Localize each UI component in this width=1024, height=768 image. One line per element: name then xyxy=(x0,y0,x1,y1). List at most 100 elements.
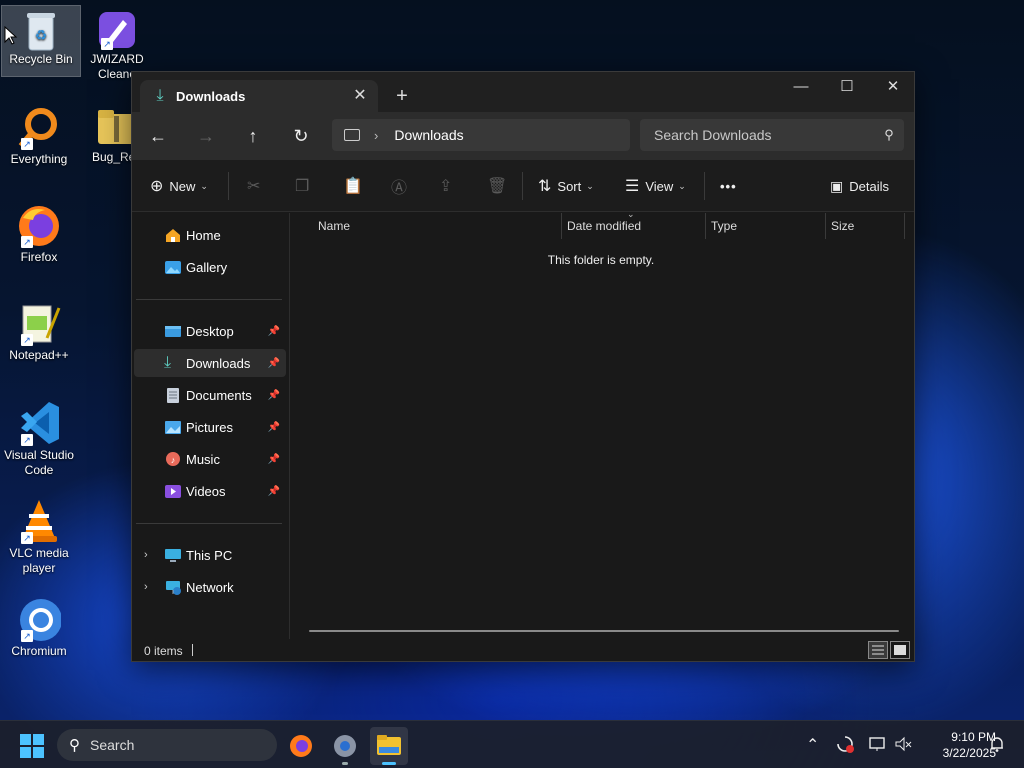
status-bar: 0 items xyxy=(132,639,914,661)
sort-button[interactable]: ⇅ Sort ⌄ xyxy=(538,172,594,200)
column-header-type[interactable]: Type xyxy=(705,213,826,239)
everything-icon: ↗ xyxy=(17,106,61,150)
file-list[interactable]: Name Date modified ⌄ Type Size This fold… xyxy=(291,209,914,639)
this-pc-icon xyxy=(165,549,181,562)
tab-title: Downloads xyxy=(176,88,246,104)
search-box[interactable]: Search Downloads ⚲ xyxy=(640,119,904,151)
windows-logo-icon xyxy=(33,747,44,758)
sync-icon[interactable] xyxy=(836,735,854,758)
minimize-button[interactable]: — xyxy=(778,72,824,102)
download-icon: ⤓ xyxy=(156,87,164,104)
new-button[interactable]: ⊕ New ⌄ xyxy=(150,172,208,200)
taskbar-file-explorer[interactable] xyxy=(370,727,408,765)
refresh-button[interactable]: ↻ xyxy=(285,120,317,152)
show-hidden-icons-button[interactable]: ⌃ xyxy=(806,735,819,755)
sidebar-item-downloads[interactable]: ⤓ Downloads 📌 xyxy=(134,349,286,377)
desktop-icon-chromium[interactable]: ↗ Chromium xyxy=(0,596,78,659)
maximize-button[interactable]: ☐ xyxy=(824,72,870,102)
this-pc-icon xyxy=(344,129,360,141)
sidebar-item-documents[interactable]: Documents 📌 xyxy=(134,381,286,409)
sidebar-label: Network xyxy=(186,579,234,595)
sidebar-divider xyxy=(136,299,282,300)
pin-icon: 📌 xyxy=(267,325,280,337)
view-label: View xyxy=(645,178,674,194)
system-clock[interactable]: 9:10 PM 3/22/2025 xyxy=(916,729,996,761)
paste-button[interactable]: 📋 xyxy=(343,172,369,200)
sidebar-item-pictures[interactable]: Pictures 📌 xyxy=(134,413,286,441)
sidebar-item-home[interactable]: Home xyxy=(134,221,286,249)
chevron-right-icon[interactable]: › xyxy=(144,549,148,561)
delete-icon: 🗑 xyxy=(487,178,508,195)
sidebar-item-music[interactable]: ♪ Music 📌 xyxy=(134,445,286,473)
tiles-view-button[interactable] xyxy=(890,641,910,659)
shortcut-arrow-icon: ↗ xyxy=(101,38,113,50)
chevron-right-icon[interactable]: › xyxy=(374,128,378,143)
sidebar-label: Downloads xyxy=(186,355,251,371)
sidebar-item-network[interactable]: › Network xyxy=(134,573,286,601)
taskbar-settings[interactable] xyxy=(326,727,364,765)
close-window-button[interactable]: ✕ xyxy=(870,72,916,102)
sidebar-item-gallery[interactable]: Gallery xyxy=(134,253,286,281)
shortcut-arrow-icon: ↗ xyxy=(21,236,33,248)
desktop-icon-vscode[interactable]: ↗ Visual Studio Code xyxy=(0,400,78,478)
column-header-name[interactable]: Name xyxy=(312,213,562,239)
empty-folder-message: This folder is empty. xyxy=(547,253,655,267)
back-button[interactable]: ← xyxy=(142,120,174,152)
rename-button[interactable]: Ⓐ xyxy=(391,172,413,200)
jwizard-icon: ↗ xyxy=(97,10,137,50)
rename-icon: Ⓐ xyxy=(391,180,408,197)
desktop-icon-firefox[interactable]: ↗ Firefox xyxy=(0,204,78,265)
share-button[interactable]: ⇪ xyxy=(439,172,458,200)
search-input[interactable]: Search Downloads xyxy=(654,127,874,143)
volume-muted-icon[interactable] xyxy=(894,735,912,758)
clock-date: 3/22/2025 xyxy=(942,746,996,760)
pin-icon: 📌 xyxy=(267,389,280,401)
column-header-size[interactable]: Size xyxy=(825,213,905,239)
horizontal-scrollbar[interactable] xyxy=(309,630,899,632)
desktop-icon-vlc[interactable]: ↗ VLC media player xyxy=(0,498,78,576)
taskbar-search[interactable]: ⚲ Search xyxy=(57,729,277,761)
desktop-icon-notepadpp[interactable]: ↗ Notepad++ xyxy=(0,302,78,363)
item-count: 0 items xyxy=(144,644,183,658)
sidebar-label: Documents xyxy=(186,387,252,403)
sidebar-label: Home xyxy=(186,227,221,243)
breadcrumb-downloads[interactable]: Downloads xyxy=(394,127,463,143)
details-pane-button[interactable]: ▣ Details xyxy=(830,172,889,200)
up-button[interactable]: ↑ xyxy=(237,120,269,152)
gallery-icon xyxy=(165,261,181,274)
shortcut-arrow-icon: ↗ xyxy=(21,532,33,544)
details-view-icon xyxy=(872,645,884,655)
details-label: Details xyxy=(849,178,889,194)
taskbar-firefox[interactable] xyxy=(282,727,320,765)
file-explorer-window[interactable]: ⤓ Downloads ✕ + — ☐ ✕ ← → ↑ ↻ › Download… xyxy=(131,71,915,662)
close-tab-icon[interactable]: ✕ xyxy=(346,82,374,110)
title-bar[interactable]: ⤓ Downloads ✕ + — ☐ ✕ xyxy=(132,72,914,112)
home-icon xyxy=(166,229,180,242)
download-icon: ⤓ xyxy=(164,354,172,371)
more-options-button[interactable]: ••• xyxy=(720,172,737,200)
sidebar-item-this-pc[interactable]: › This PC xyxy=(134,541,286,569)
cut-button[interactable]: ✂ xyxy=(247,172,266,200)
desktop-icon-everything[interactable]: ↗ Everything xyxy=(0,106,78,167)
new-tab-button[interactable]: + xyxy=(388,82,416,110)
view-button[interactable]: ☰ View ⌄ xyxy=(625,172,686,200)
paste-icon: 📋 xyxy=(343,178,363,195)
desktop-icon-label: Firefox xyxy=(20,250,58,264)
tab-downloads[interactable]: ⤓ Downloads ✕ xyxy=(140,80,378,112)
notification-bell-icon[interactable] xyxy=(988,735,1006,758)
start-button[interactable] xyxy=(20,734,44,758)
copy-button[interactable]: ❐ xyxy=(295,172,315,200)
sidebar-item-videos[interactable]: Videos 📌 xyxy=(134,477,286,505)
delete-button[interactable]: 🗑 xyxy=(487,172,513,200)
sidebar-item-desktop[interactable]: Desktop 📌 xyxy=(134,317,286,345)
shortcut-arrow-icon: ↗ xyxy=(21,630,33,642)
search-icon: ⚲ xyxy=(69,737,80,754)
network-status-icon[interactable] xyxy=(868,735,886,758)
address-bar[interactable]: › Downloads xyxy=(332,119,630,151)
firefox-icon: ↗ xyxy=(17,204,61,248)
chevron-right-icon[interactable]: › xyxy=(144,581,148,593)
windows-logo-icon xyxy=(33,734,44,745)
details-view-button[interactable] xyxy=(868,641,888,659)
forward-button[interactable]: → xyxy=(190,120,222,152)
tiles-view-icon xyxy=(894,645,906,655)
